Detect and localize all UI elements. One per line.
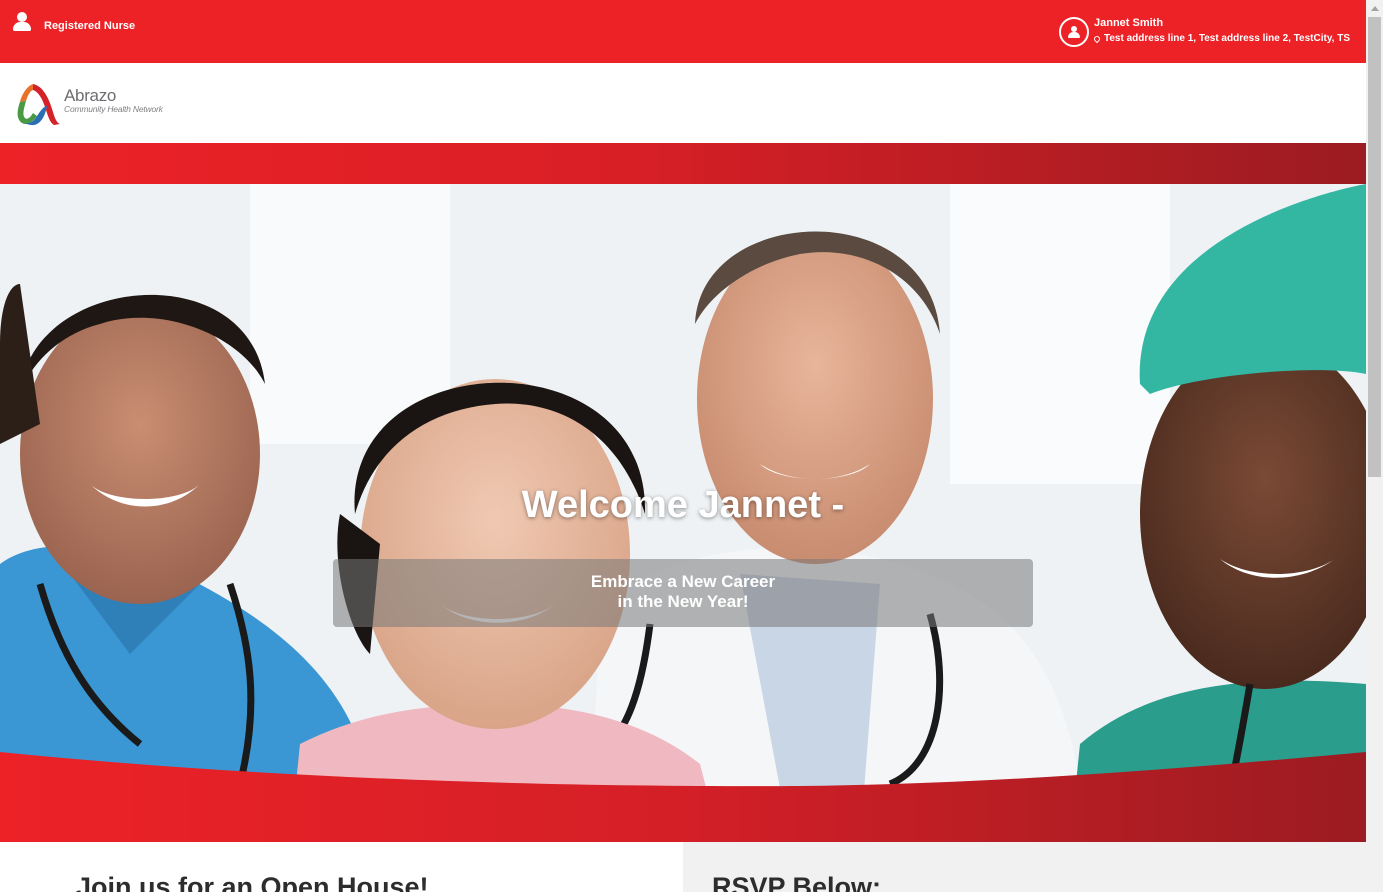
hero-tagline-box: Embrace a New Career in the New Year! — [333, 559, 1033, 627]
user-address: Test address line 1, Test address line 2… — [1103, 33, 1350, 44]
brand-logo[interactable]: Abrazo Community Health Network — [13, 82, 163, 126]
scroll-thumb[interactable] — [1368, 17, 1381, 477]
hero-tagline-line2: in the New Year! — [617, 592, 749, 611]
brand-tagline: Community Health Network — [64, 103, 163, 114]
abrazo-logo-icon — [17, 84, 60, 126]
hero-banner: Welcome Jannet - Embrace a New Career in… — [0, 184, 1366, 842]
role-indicator: Registered Nurse — [13, 12, 135, 40]
vertical-scrollbar[interactable] — [1366, 0, 1383, 892]
user-circle-icon[interactable] — [1058, 17, 1089, 47]
welcome-heading: Welcome Jannet - — [521, 484, 845, 526]
map-marker-icon — [1092, 34, 1102, 43]
user-icon — [13, 12, 31, 32]
top-bar: Registered Nurse Jannet Smith Test addre… — [0, 0, 1366, 63]
role-label: Registered Nurse — [44, 20, 136, 32]
user-name: Jannet Smith — [1093, 17, 1164, 29]
open-house-title: Join us for an Open House! — [76, 872, 429, 892]
user-profile[interactable]: Jannet Smith Test address line 1, Test a… — [1058, 16, 1350, 47]
logo-band: Abrazo Community Health Network — [0, 63, 1366, 143]
header-stripe — [0, 143, 1366, 184]
page: Registered Nurse Jannet Smith Test addre… — [0, 0, 1366, 892]
rsvp-section: RSVP Below: — [683, 842, 1366, 892]
hero-tagline-line1: Embrace a New Career — [590, 572, 776, 591]
scroll-up-arrow-icon[interactable] — [1366, 0, 1383, 17]
rsvp-title: RSVP Below: — [712, 872, 882, 892]
open-house-section: Join us for an Open House! — [0, 842, 683, 892]
brand-name: Abrazo — [64, 85, 117, 105]
hero-curve — [0, 752, 1366, 842]
